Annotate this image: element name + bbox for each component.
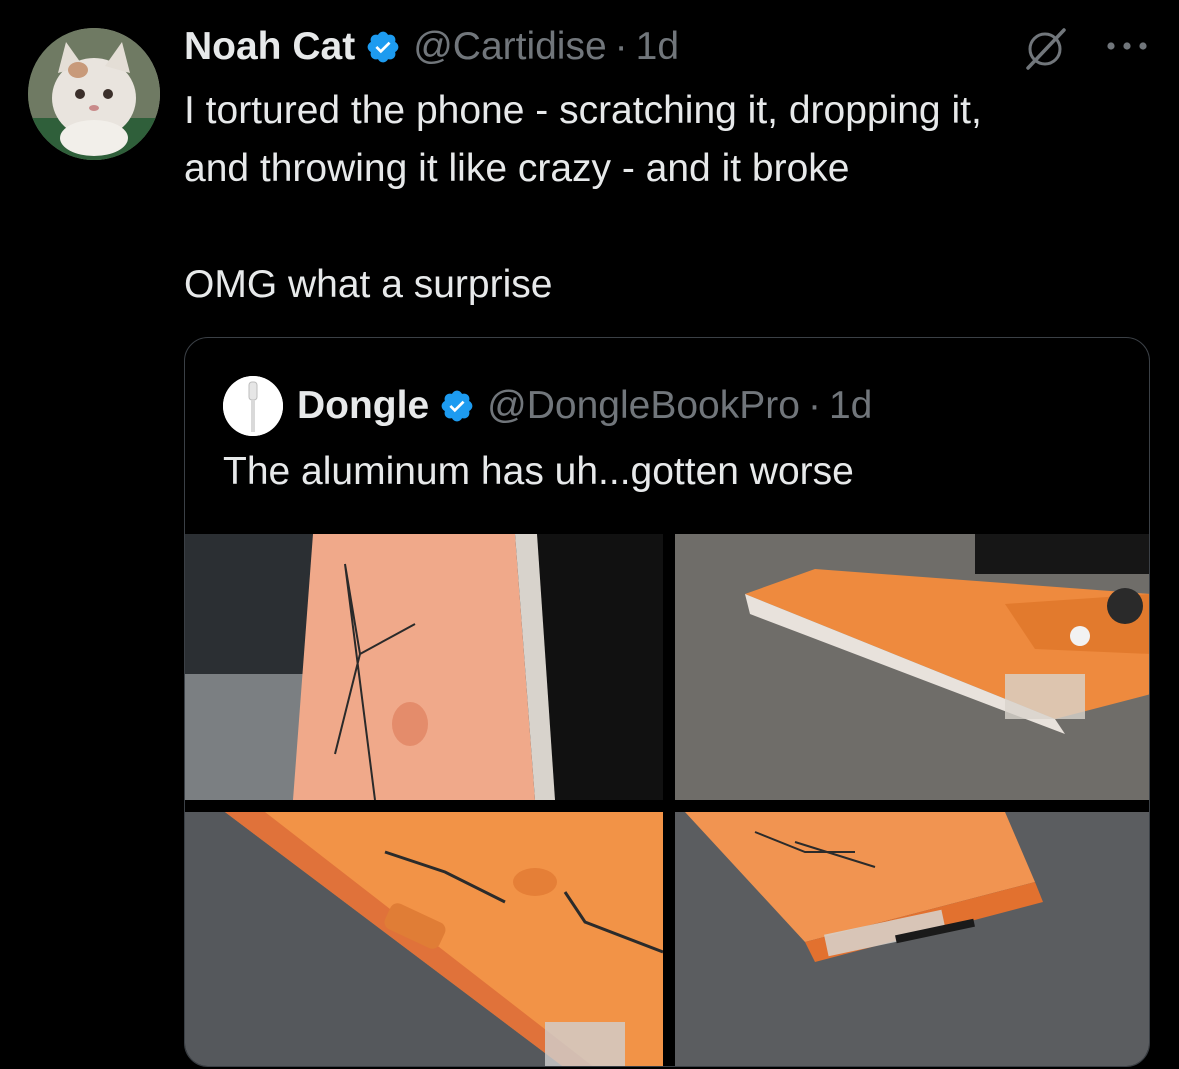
quoted-tweet-header: Dongle @DongleBookPro · 1d <box>223 376 872 436</box>
author-handle[interactable]: @Cartidise <box>413 25 606 69</box>
cat-avatar-image <box>28 28 160 160</box>
more-options-icon[interactable] <box>1103 38 1151 54</box>
tweet-header: Noah Cat @Cartidise · 1d <box>184 22 679 72</box>
quoted-author-avatar[interactable] <box>223 376 283 436</box>
author-avatar[interactable] <box>28 28 160 160</box>
quoted-tweet-timestamp[interactable]: 1d <box>829 384 872 428</box>
quoted-author-name[interactable]: Dongle <box>297 384 429 428</box>
media-photo-1[interactable] <box>185 534 663 800</box>
media-photo-3[interactable] <box>185 812 663 1066</box>
tweet-text: I tortured the phone - scratching it, dr… <box>184 89 982 306</box>
quoted-author-handle[interactable]: @DongleBookPro <box>487 384 800 428</box>
quoted-verified-badge-icon <box>439 388 475 424</box>
quoted-tweet-card[interactable]: Dongle @DongleBookPro · 1d The aluminum … <box>184 337 1150 1067</box>
author-name[interactable]: Noah Cat <box>184 25 355 69</box>
separator-dot: · <box>614 25 628 68</box>
usb-c-cable-icon <box>223 376 283 436</box>
verified-badge-icon <box>365 29 401 65</box>
media-photo-2[interactable] <box>675 534 1149 800</box>
quoted-tweet-text: The aluminum has uh...gotten worse <box>223 450 854 493</box>
media-grid <box>185 534 1149 1066</box>
quoted-separator-dot: · <box>807 384 821 427</box>
media-photo-4[interactable] <box>675 812 1149 1066</box>
tweet-timestamp[interactable]: 1d <box>636 25 679 69</box>
grok-icon[interactable] <box>1022 26 1068 72</box>
